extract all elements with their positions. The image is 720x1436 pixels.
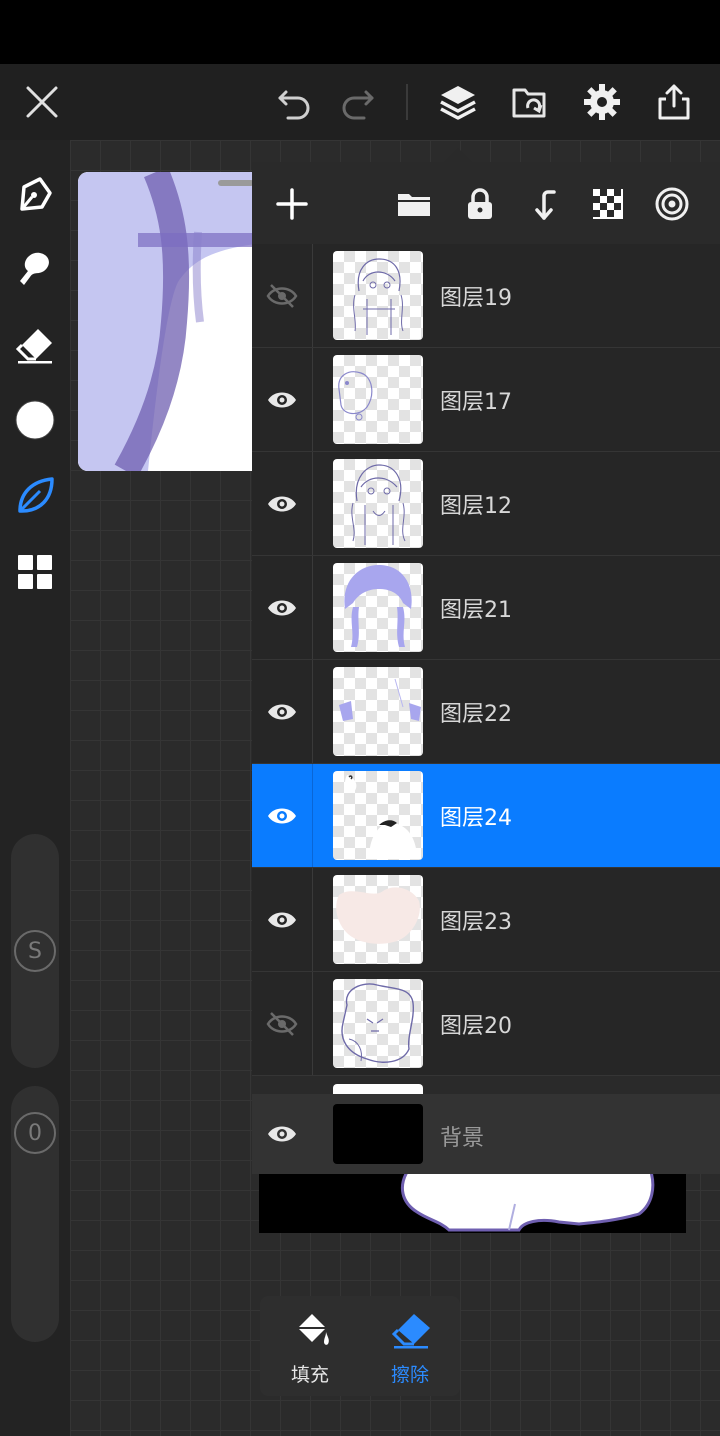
background-thumbnail [333, 1104, 423, 1164]
layer-name: 图层21 [440, 598, 512, 623]
merge-down-icon[interactable] [522, 182, 566, 226]
redo-icon[interactable] [334, 78, 382, 126]
target-icon[interactable] [650, 182, 694, 226]
erase-tool-button[interactable]: 擦除 [360, 1296, 460, 1396]
status-bar [0, 0, 720, 64]
lock-icon[interactable] [458, 182, 502, 226]
gear-icon[interactable] [578, 78, 626, 126]
eye-icon[interactable] [252, 868, 313, 971]
hidden-eye-icon[interactable] [252, 244, 313, 347]
opacity-slider[interactable]: 0 [11, 1086, 59, 1342]
layer-name: 图层22 [440, 702, 512, 727]
layer-row[interactable]: 图层19 [252, 244, 720, 348]
eye-icon[interactable] [252, 556, 313, 659]
background-layer-name: 背景 [440, 1126, 485, 1151]
fill-tool-button[interactable]: 填充 [260, 1296, 360, 1396]
erase-label: 擦除 [390, 1364, 429, 1386]
folder-icon[interactable] [392, 182, 436, 226]
layer-row[interactable]: 图层12 [252, 452, 720, 556]
eye-icon[interactable] [252, 660, 313, 763]
eraser-icon [392, 1314, 430, 1349]
layer-thumbnail [333, 355, 423, 444]
layer-row-selected[interactable]: 图层24 [252, 764, 720, 868]
background-layer-row[interactable]: 背景 [252, 1094, 720, 1174]
fill-label: 填充 [290, 1364, 329, 1386]
eye-icon[interactable] [252, 1094, 312, 1174]
smudge-tool-icon[interactable] [11, 244, 59, 292]
reference-window[interactable] [78, 172, 268, 471]
layer-row[interactable]: 图层20 [252, 972, 720, 1076]
layer-row[interactable]: 图层22 [252, 660, 720, 764]
toolbar-divider [406, 84, 408, 120]
undo-icon[interactable] [270, 78, 318, 126]
canvas-artwork-visible [259, 1174, 686, 1233]
left-toolbar: S 0 [0, 140, 70, 1436]
layers-icon[interactable] [434, 78, 482, 126]
paint-bucket-icon [298, 1314, 329, 1345]
eye-icon[interactable] [252, 348, 313, 451]
close-icon[interactable] [18, 78, 66, 126]
layer-thumbnail-partial [333, 1084, 423, 1094]
plus-icon[interactable] [270, 182, 314, 226]
hidden-eye-icon[interactable] [252, 972, 313, 1075]
layer-name: 图层17 [440, 390, 512, 415]
layer-thumbnail [333, 771, 423, 860]
color-picker[interactable] [11, 396, 59, 444]
brush-size-slider[interactable]: S [11, 834, 59, 1068]
layer-name: 图层19 [440, 286, 512, 311]
leaf-brush-icon[interactable] [11, 472, 59, 520]
layer-name: 图层20 [440, 1014, 512, 1039]
checker-icon[interactable] [586, 182, 630, 226]
layer-row[interactable]: 图层21 [252, 556, 720, 660]
layer-thumbnail [333, 875, 423, 964]
reference-image [78, 172, 268, 471]
layer-row[interactable]: 图层17 [252, 348, 720, 452]
opacity-slider-knob[interactable]: 0 [14, 1112, 56, 1154]
layer-thumbnail [333, 251, 423, 340]
eye-icon[interactable] [252, 452, 313, 555]
layer-name: 图层23 [440, 910, 512, 935]
layer-thumbnail [333, 979, 423, 1068]
top-toolbar [0, 64, 720, 140]
bottom-tool-popup: 填充 擦除 [260, 1296, 460, 1396]
panel-pointer [444, 148, 472, 162]
reference-window-handle[interactable] [218, 180, 254, 186]
layer-name: 图层24 [440, 806, 512, 831]
layer-thumbnail [333, 667, 423, 756]
layer-name: 图层12 [440, 494, 512, 519]
eye-icon[interactable] [252, 764, 313, 867]
eraser-tool-icon[interactable] [11, 320, 59, 368]
layers-toolbar [252, 162, 720, 245]
layer-row[interactable]: 图层23 [252, 868, 720, 972]
layer-thumbnail [333, 459, 423, 548]
gallery-icon[interactable] [506, 78, 554, 126]
layers-panel: 图层19 图层17 图层12 图层21 图层22 图层24 图层23 图层20 … [252, 162, 720, 1174]
share-icon[interactable] [650, 78, 698, 126]
size-slider-knob[interactable]: S [14, 930, 56, 972]
pen-tool-icon[interactable] [11, 170, 59, 218]
grid-menu-icon[interactable] [11, 548, 59, 596]
layer-thumbnail [333, 563, 423, 652]
